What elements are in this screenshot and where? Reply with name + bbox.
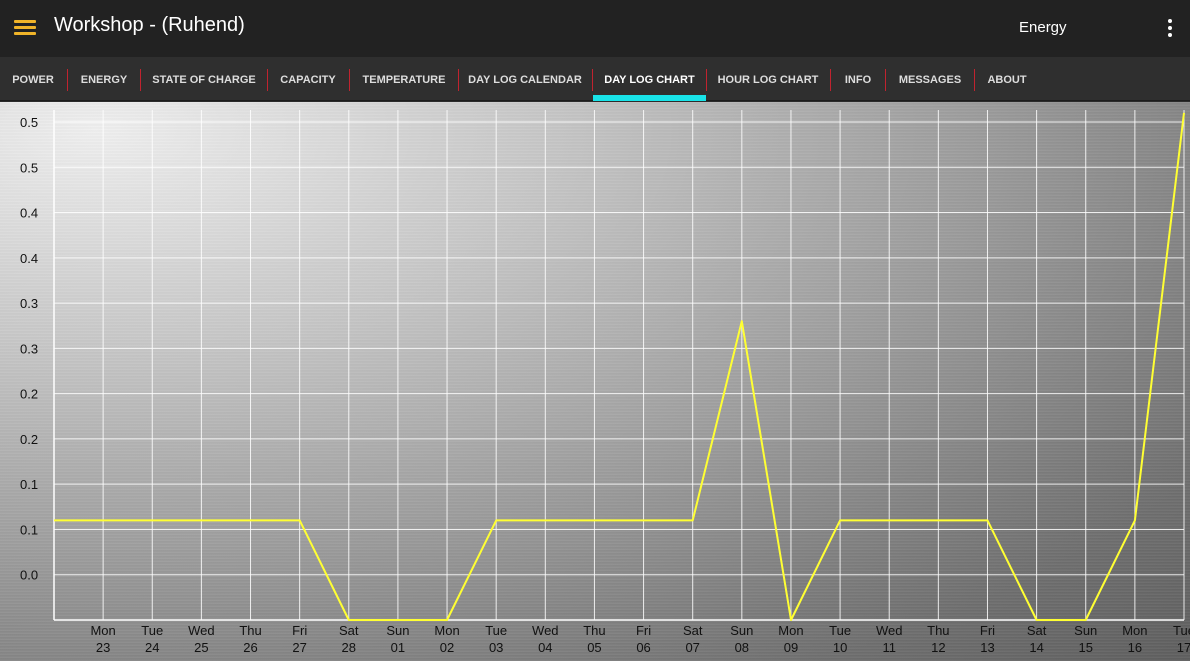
x-tick-date-label: 16 <box>1128 640 1142 655</box>
x-tick-day-label: Wed <box>876 623 903 638</box>
app-bar: Workshop - (Ruhend) Energy <box>0 0 1190 57</box>
x-tick-day-label: Sat <box>1027 623 1047 638</box>
x-tick-day-label: Mon <box>778 623 803 638</box>
x-tick-date-label: 26 <box>243 640 257 655</box>
y-tick-label: 0.1 <box>20 522 38 537</box>
hamburger-menu-icon[interactable] <box>14 18 36 38</box>
tab-separator <box>830 69 831 91</box>
tab-capacity[interactable]: CAPACITY <box>274 57 342 101</box>
x-tick-day-label: Wed <box>532 623 559 638</box>
x-tick-day-label: Sat <box>683 623 703 638</box>
tab-day-log-calendar[interactable]: DAY LOG CALENDAR <box>465 57 585 101</box>
x-tick-day-label: Sun <box>1074 623 1097 638</box>
x-tick-day-label: Mon <box>1122 623 1147 638</box>
x-tick-day-label: Wed <box>188 623 215 638</box>
x-tick-date-label: 04 <box>538 640 552 655</box>
x-tick-day-label: Mon <box>434 623 459 638</box>
tab-separator <box>140 69 141 91</box>
y-tick-label: 0.1 <box>20 477 38 492</box>
x-tick-date-label: 06 <box>636 640 650 655</box>
y-tick-label: 0.0 <box>20 568 38 583</box>
tab-energy[interactable]: ENERGY <box>74 57 134 101</box>
x-tick-date-label: 03 <box>489 640 503 655</box>
x-tick-date-label: 08 <box>735 640 749 655</box>
tab-state-of-charge[interactable]: STATE OF CHARGE <box>147 57 261 101</box>
x-tick-date-label: 23 <box>96 640 110 655</box>
tab-separator <box>706 69 707 91</box>
x-tick-date-label: 02 <box>440 640 454 655</box>
energy-series-line <box>54 112 1185 621</box>
tab-day-log-chart[interactable]: DAY LOG CHART <box>593 57 706 101</box>
tab-separator <box>974 69 975 91</box>
x-tick-date-label: 25 <box>194 640 208 655</box>
x-tick-date-label: 17 <box>1177 640 1190 655</box>
tab-bar: POWER ENERGY STATE OF CHARGE CAPACITY TE… <box>0 57 1190 101</box>
app-title: Workshop - (Ruhend) <box>54 14 245 36</box>
x-tick-date-label: 28 <box>342 640 356 655</box>
x-tick-day-label: Tue <box>485 623 507 638</box>
x-tick-date-label: 01 <box>391 640 405 655</box>
x-tick-date-label: 11 <box>882 640 896 655</box>
x-tick-day-label: Sun <box>386 623 409 638</box>
x-tick-day-label: Thu <box>583 623 605 638</box>
more-vert-icon[interactable] <box>1162 17 1178 39</box>
x-tick-date-label: 07 <box>685 640 699 655</box>
x-tick-date-label: 12 <box>931 640 945 655</box>
tab-hour-log-chart[interactable]: HOUR LOG CHART <box>713 57 823 101</box>
tab-separator <box>885 69 886 91</box>
day-log-chart-panel: 0.0 0.1 0.1 0.2 0.2 0.3 0.3 0.4 0.4 0.5 0.5 Mon 23 Tu… <box>0 102 1190 661</box>
y-tick-label: 0.2 <box>20 387 38 402</box>
y-tick-label: 0.4 <box>20 251 38 266</box>
y-tick-label: 0.3 <box>20 296 38 311</box>
tab-separator <box>267 69 268 91</box>
y-tick-label: 0.2 <box>20 432 38 447</box>
x-tick-date-label: 14 <box>1029 640 1043 655</box>
x-tick-day-label: Thu <box>239 623 261 638</box>
x-tick-day-label: Sun <box>730 623 753 638</box>
x-tick-date-label: 15 <box>1079 640 1093 655</box>
x-tick-day-label: Tue <box>1173 623 1190 638</box>
y-tick-label: 0.5 <box>20 115 38 130</box>
x-tick-day-label: Fri <box>636 623 651 638</box>
tab-messages[interactable]: MESSAGES <box>892 57 968 101</box>
x-tick-date-label: 13 <box>980 640 994 655</box>
x-tick-date-label: 27 <box>292 640 306 655</box>
x-tick-day-label: Fri <box>980 623 995 638</box>
x-tick-day-label: Tue <box>141 623 163 638</box>
y-tick-label: 0.3 <box>20 341 38 356</box>
x-tick-day-label: Thu <box>927 623 949 638</box>
x-tick-day-label: Mon <box>90 623 115 638</box>
tab-separator <box>458 69 459 91</box>
tab-power[interactable]: POWER <box>6 57 60 101</box>
x-tick-day-label: Tue <box>829 623 851 638</box>
section-selector[interactable]: Energy <box>1019 19 1067 36</box>
x-tick-date-label: 24 <box>145 640 159 655</box>
tab-separator <box>349 69 350 91</box>
day-log-chart: 0.0 0.1 0.1 0.2 0.2 0.3 0.3 0.4 0.4 0.5 0.5 Mon 23 Tu… <box>20 110 1190 655</box>
x-tick-date-label: 10 <box>833 640 847 655</box>
x-tick-day-label: Sat <box>339 623 359 638</box>
x-tick-date-label: 05 <box>587 640 601 655</box>
x-tick-date-label: 09 <box>784 640 798 655</box>
tab-info[interactable]: INFO <box>837 57 879 101</box>
tab-about[interactable]: ABOUT <box>981 57 1033 101</box>
tab-temperature[interactable]: TEMPERATURE <box>356 57 452 101</box>
x-tick-day-label: Fri <box>292 623 307 638</box>
tab-separator <box>67 69 68 91</box>
y-tick-label: 0.4 <box>20 206 38 221</box>
y-tick-label: 0.5 <box>20 160 38 175</box>
